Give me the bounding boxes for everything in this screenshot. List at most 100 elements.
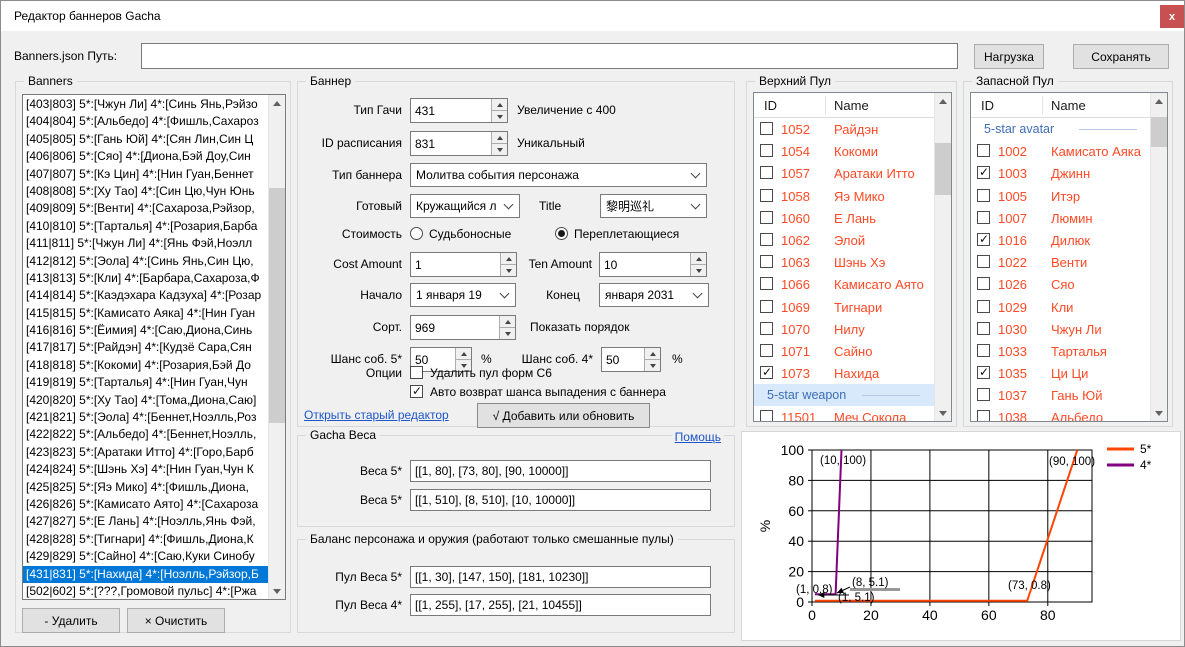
end-date-picker[interactable]: января 2031 — [599, 283, 709, 307]
row-checkbox[interactable] — [760, 344, 773, 357]
pool-row[interactable]: 1062Элой — [754, 229, 934, 251]
row-checkbox[interactable] — [977, 255, 990, 268]
help-link[interactable]: Помощь — [672, 430, 724, 444]
ten-amount-input[interactable] — [600, 253, 689, 276]
cost-amount-input[interactable] — [411, 253, 499, 276]
banner-list-item[interactable]: [421|821] 5*:[Эола] 4*:[Беннет,Ноэлль,Ро… — [23, 409, 268, 426]
sort-stepper[interactable] — [410, 315, 516, 340]
pool-row[interactable]: 1002Камисато Аяка — [971, 140, 1150, 162]
upper-pool-scrollbar[interactable] — [934, 93, 951, 421]
pool-row[interactable]: 1038Альбедо — [971, 406, 1150, 422]
stepper-up-icon[interactable] — [691, 253, 706, 264]
open-old-editor-link[interactable]: Открыть старый редактор — [304, 408, 449, 422]
row-checkbox[interactable] — [760, 189, 773, 202]
banner-list-item[interactable]: [423|823] 5*:[Аратаки Итто] 4*:[Горо,Бар… — [23, 444, 268, 461]
pool-row[interactable]: 1073Нахида — [754, 362, 934, 384]
banner-list-item[interactable]: [416|816] 5*:[Ёимия] 4*:[Саю,Диона,Синь — [23, 322, 268, 339]
pool-row[interactable]: 1063Шэнь Хэ — [754, 251, 934, 273]
banner-list-item[interactable]: [431|831] 5*:[Нахида] 4*:[Ноэлль,Рэйзор,… — [23, 566, 268, 583]
gacha-type-input[interactable] — [411, 99, 490, 122]
scroll-up-icon[interactable] — [269, 95, 285, 111]
close-button[interactable]: x — [1160, 5, 1184, 28]
scrollbar-thumb[interactable] — [935, 143, 951, 195]
pool-row[interactable]: 1035Ци Ци — [971, 362, 1150, 384]
banner-list-item[interactable]: [404|804] 5*:[Альбедо] 4*:[Фишль,Сахароз — [23, 113, 268, 130]
row-checkbox[interactable] — [977, 277, 990, 290]
schedule-id-input[interactable] — [411, 132, 490, 155]
clear-banners-button[interactable]: × Очистить — [127, 608, 225, 633]
row-checkbox[interactable] — [977, 344, 990, 357]
banner-list-item[interactable]: [405|805] 5*:[Гань Юй] 4*:[Сян Лин,Син Ц — [23, 131, 268, 148]
weights5-input-1[interactable] — [410, 460, 711, 482]
pool-weights4-input[interactable] — [410, 594, 711, 616]
row-checkbox[interactable] — [760, 211, 773, 224]
banner-list-item[interactable]: [424|824] 5*:[Шэнь Хэ] 4*:[Нин Гуан,Чун … — [23, 461, 268, 478]
row-checkbox[interactable] — [977, 388, 990, 401]
stepper-down-icon[interactable] — [492, 143, 507, 155]
banner-list-item[interactable]: [420|820] 5*:[Ху Тао] 4*:[Тома,Диона,Саю… — [23, 392, 268, 409]
pool-row[interactable]: 1026Сяо — [971, 273, 1150, 295]
banner-list-item[interactable]: [427|827] 5*:[Е Лань] 4*:[Ноэлль,Янь Фэй… — [23, 513, 268, 530]
remove-c6-checkbox[interactable] — [410, 366, 423, 379]
banner-list-item[interactable]: [415|815] 5*:[Камисато Аяка] 4*:[Нин Гуа… — [23, 305, 268, 322]
schedule-id-stepper[interactable] — [410, 131, 508, 156]
stepper-down-icon[interactable] — [500, 327, 515, 339]
row-checkbox[interactable] — [977, 322, 990, 335]
row-checkbox[interactable] — [760, 166, 773, 179]
row-checkbox[interactable] — [977, 233, 990, 246]
stepper-down-icon[interactable] — [492, 110, 507, 122]
row-checkbox[interactable] — [977, 144, 990, 157]
banner-list-item[interactable]: [502|602] 5*:[???,Громовой пульс] 4*:[Рж… — [23, 583, 268, 600]
pool-row[interactable]: 1003Джинн — [971, 162, 1150, 184]
pool-row[interactable]: 1057Аратаки Итто — [754, 162, 934, 184]
pool-row[interactable]: 1060Е Лань — [754, 207, 934, 229]
banner-list-item[interactable]: [408|808] 5*:[Ху Тао] 4*:[Син Цю,Чун Юнь — [23, 183, 268, 200]
row-checkbox[interactable] — [760, 277, 773, 290]
sort-input[interactable] — [411, 316, 498, 339]
banners-scrollbar[interactable] — [268, 95, 285, 599]
stepper-up-icon[interactable] — [500, 316, 515, 327]
pool-row[interactable]: 1005Итэр — [971, 185, 1150, 207]
banner-list-item[interactable]: [406|806] 5*:[Сяо] 4*:[Диона,Бэй Доу,Син — [23, 148, 268, 165]
banners-listbox[interactable]: [403|803] 5*:[Чжун Ли] 4*:[Синь Янь,Рэйз… — [22, 94, 286, 600]
banner-list-item[interactable]: [428|828] 5*:[Тигнари] 4*:[Фишль,Диона,К — [23, 531, 268, 548]
pool-row[interactable]: 1070Нилу — [754, 318, 934, 340]
scrollbar-thumb[interactable] — [1151, 117, 1167, 147]
pool-row[interactable]: 1052Райдэн — [754, 118, 934, 140]
row-checkbox[interactable] — [760, 233, 773, 246]
pool-row[interactable]: 1071Сайно — [754, 340, 934, 362]
pool-row[interactable]: 1037Гань Юй — [971, 384, 1150, 406]
stepper-down-icon[interactable] — [691, 264, 706, 276]
banner-list-item[interactable]: [417|817] 5*:[Райдэн] 4*:[Кудзё Сара,Сян — [23, 339, 268, 356]
banner-list-item[interactable]: [410|810] 5*:[Тарталья] 4*:[Розария,Барб… — [23, 218, 268, 235]
weights5-input-2[interactable] — [410, 489, 711, 511]
scrollbar-thumb[interactable] — [269, 188, 285, 423]
pool-row[interactable]: 1069Тигнари — [754, 296, 934, 318]
pool-row[interactable]: 1029Кли — [971, 296, 1150, 318]
row-checkbox[interactable] — [760, 122, 773, 135]
row-checkbox[interactable] — [760, 322, 773, 335]
pool-row[interactable]: 1054Кокоми — [754, 140, 934, 162]
banner-list-item[interactable]: [411|811] 5*:[Чжун Ли] 4*:[Янь Фэй,Ноэлл — [23, 235, 268, 252]
row-checkbox[interactable] — [760, 410, 773, 422]
scroll-up-icon[interactable] — [935, 93, 951, 109]
pool-row[interactable]: 1058Яэ Мико — [754, 185, 934, 207]
prefab-select[interactable]: Кружащийся л — [410, 194, 520, 218]
delete-banner-button[interactable]: - Удалить — [22, 608, 120, 633]
banner-list-item[interactable]: [418|818] 5*:[Кокоми] 4*:[Розария,Бэй До — [23, 357, 268, 374]
cost-intertwined-radio[interactable] — [555, 227, 568, 240]
add-update-button[interactable]: √ Добавить или обновить — [477, 403, 650, 428]
row-checkbox[interactable] — [760, 144, 773, 157]
row-checkbox[interactable] — [977, 189, 990, 202]
pool-row[interactable]: 1022Венти — [971, 251, 1150, 273]
pool-row[interactable]: 1030Чжун Ли — [971, 318, 1150, 340]
start-date-picker[interactable]: 1 января 19 — [410, 283, 516, 307]
load-button[interactable]: Нагрузка — [974, 44, 1044, 69]
row-checkbox[interactable] — [760, 300, 773, 313]
stepper-up-icon[interactable] — [456, 348, 471, 359]
banner-list-item[interactable]: [403|803] 5*:[Чжун Ли] 4*:[Синь Янь,Рэйз… — [23, 96, 268, 113]
scroll-down-icon[interactable] — [935, 405, 951, 421]
scroll-down-icon[interactable] — [269, 583, 285, 599]
cost-fate-radio[interactable] — [410, 227, 423, 240]
title-select[interactable]: 黎明巡礼 — [600, 194, 707, 218]
